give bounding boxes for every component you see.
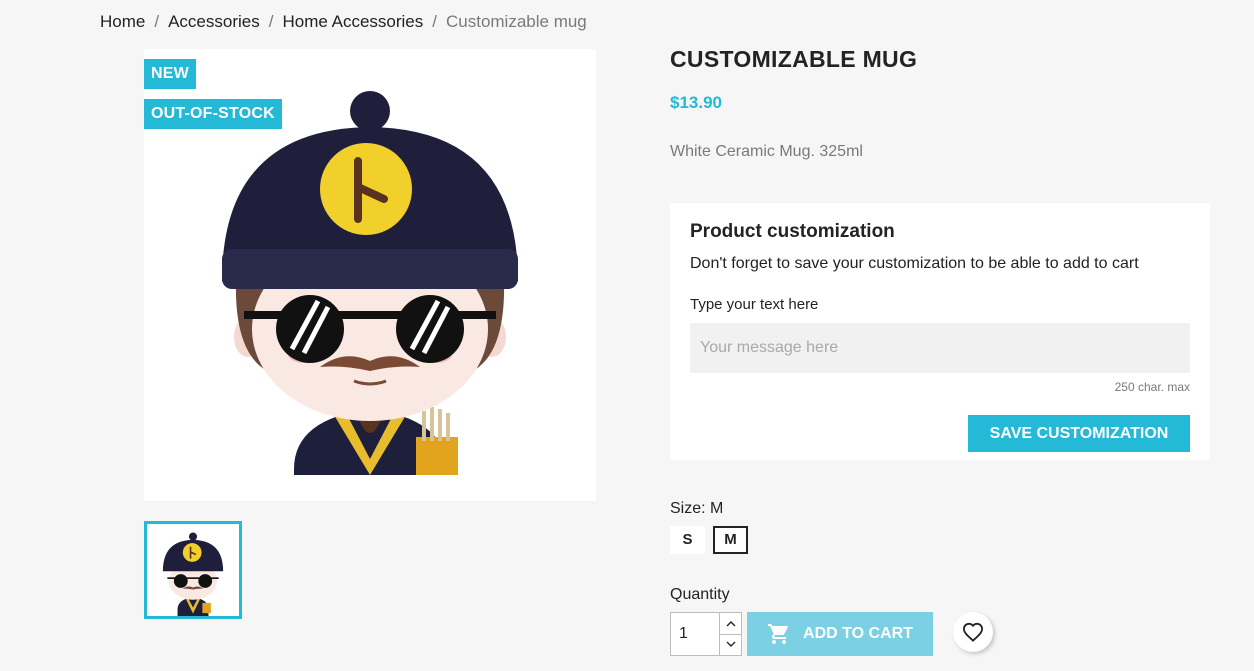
quantity-label: Quantity xyxy=(670,586,730,603)
product-customization-panel: Product customization Don't forget to sa… xyxy=(670,203,1210,460)
add-to-cart-button[interactable]: ADD TO CART xyxy=(747,612,933,656)
breadcrumb: Home / Accessories / Home Accessories / … xyxy=(100,12,587,32)
product-title: CUSTOMIZABLE MUG xyxy=(670,46,918,72)
chevron-down-icon xyxy=(726,641,735,648)
breadcrumb-separator: / xyxy=(432,12,437,31)
breadcrumb-home[interactable]: Home xyxy=(100,12,145,32)
product-thumbnail[interactable] xyxy=(144,521,242,619)
out-of-stock-flag: OUT-OF-STOCK xyxy=(144,99,282,129)
quantity-stepper xyxy=(670,612,742,656)
add-to-cart-label: ADD TO CART xyxy=(803,625,913,642)
shopping-cart-icon xyxy=(768,624,789,644)
breadcrumb-accessories[interactable]: Accessories xyxy=(168,12,260,32)
wishlist-button[interactable] xyxy=(953,612,993,652)
chevron-up-icon xyxy=(726,620,735,627)
breadcrumb-current: Customizable mug xyxy=(445,12,587,31)
quantity-up-button[interactable] xyxy=(720,613,741,634)
size-option-s[interactable]: S xyxy=(670,526,705,554)
heart-icon xyxy=(962,622,984,642)
save-customization-button[interactable]: SAVE CUSTOMIZATION xyxy=(968,415,1190,452)
size-label: Size: M xyxy=(670,500,724,517)
customization-heading: Product customization xyxy=(690,221,895,242)
quantity-buttons xyxy=(719,613,741,655)
product-page: Home / Accessories / Home Accessories / … xyxy=(0,0,1254,671)
breadcrumb-home-accessories[interactable]: Home Accessories xyxy=(282,12,423,32)
customization-text-input[interactable] xyxy=(690,323,1190,373)
breadcrumb-separator: / xyxy=(154,12,160,31)
char-limit-note: 250 char. max xyxy=(1114,380,1190,394)
quantity-down-button[interactable] xyxy=(720,633,741,656)
quantity-input[interactable] xyxy=(671,613,719,655)
new-flag: NEW xyxy=(144,59,196,89)
thumbnail-illustration xyxy=(147,524,239,616)
product-cover-image[interactable]: NEW OUT-OF-STOCK xyxy=(144,49,596,501)
product-price: $13.90 xyxy=(670,93,722,112)
customization-field-label: Type your text here xyxy=(690,296,819,313)
size-option-m[interactable]: M xyxy=(713,526,748,554)
product-description: White Ceramic Mug. 325ml xyxy=(670,143,863,160)
breadcrumb-separator: / xyxy=(268,12,274,31)
customization-note: Don't forget to save your customization … xyxy=(690,255,1139,272)
